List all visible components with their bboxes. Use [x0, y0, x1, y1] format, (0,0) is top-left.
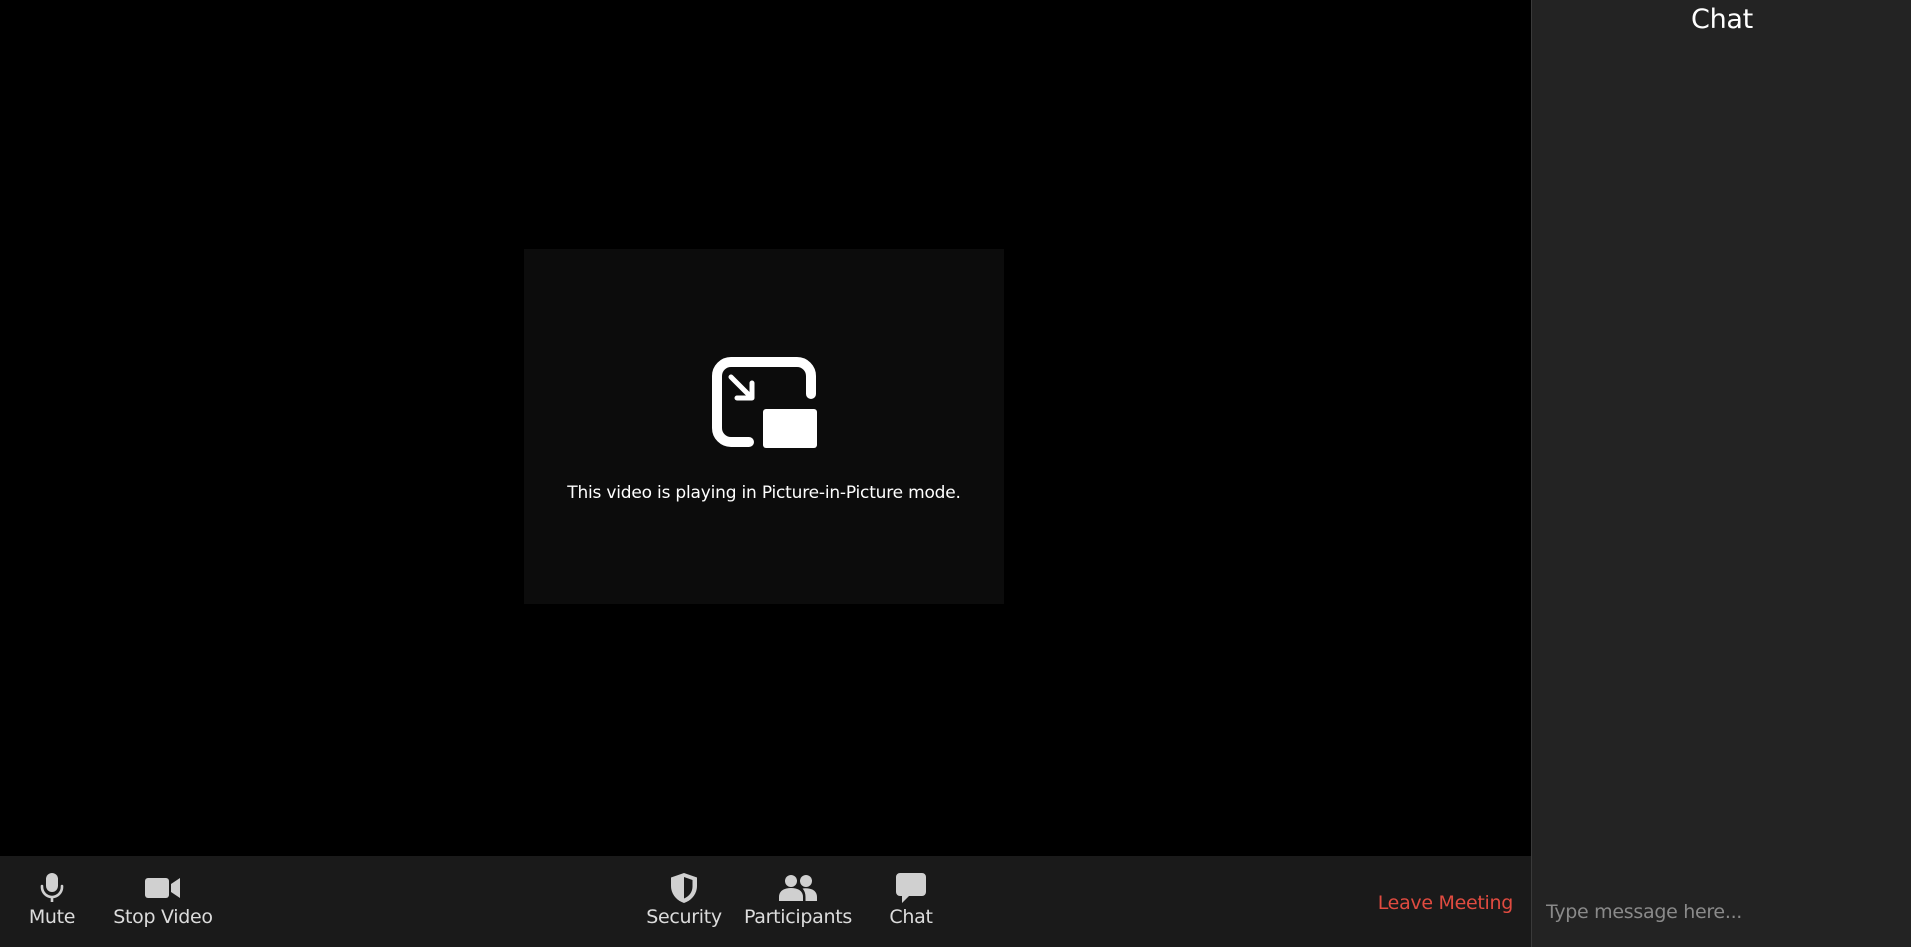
chat-bubble-icon: [895, 871, 927, 905]
pip-message: This video is playing in Picture-in-Pict…: [567, 483, 961, 503]
security-label: Security: [646, 906, 722, 928]
chat-panel: Chat: [1531, 0, 1911, 947]
stop-video-label: Stop Video: [113, 906, 213, 928]
participants-button[interactable]: Participants: [742, 856, 854, 947]
participants-label: Participants: [743, 906, 853, 928]
shield-icon: [670, 871, 698, 905]
picture-in-picture-icon: [712, 357, 817, 448]
microphone-icon: [40, 871, 64, 905]
meeting-toolbar: Mute Stop Video Security Participants Ch…: [0, 856, 1531, 947]
stop-video-button[interactable]: Stop Video: [110, 856, 216, 947]
chat-button[interactable]: Chat: [880, 856, 942, 947]
meeting-window: This video is playing in Picture-in-Pict…: [0, 0, 1911, 947]
leave-meeting-button[interactable]: Leave Meeting: [1378, 856, 1514, 947]
security-button[interactable]: Security: [644, 856, 724, 947]
people-icon: [778, 871, 818, 905]
chat-message-input[interactable]: [1546, 895, 1896, 929]
video-stage: This video is playing in Picture-in-Pict…: [0, 0, 1531, 856]
chat-label: Chat: [889, 906, 933, 928]
video-camera-icon: [145, 871, 181, 905]
mute-label: Mute: [28, 906, 76, 928]
chat-panel-title: Chat: [1691, 4, 1753, 35]
pip-placeholder[interactable]: This video is playing in Picture-in-Pict…: [524, 249, 1004, 604]
mute-button[interactable]: Mute: [18, 856, 86, 947]
